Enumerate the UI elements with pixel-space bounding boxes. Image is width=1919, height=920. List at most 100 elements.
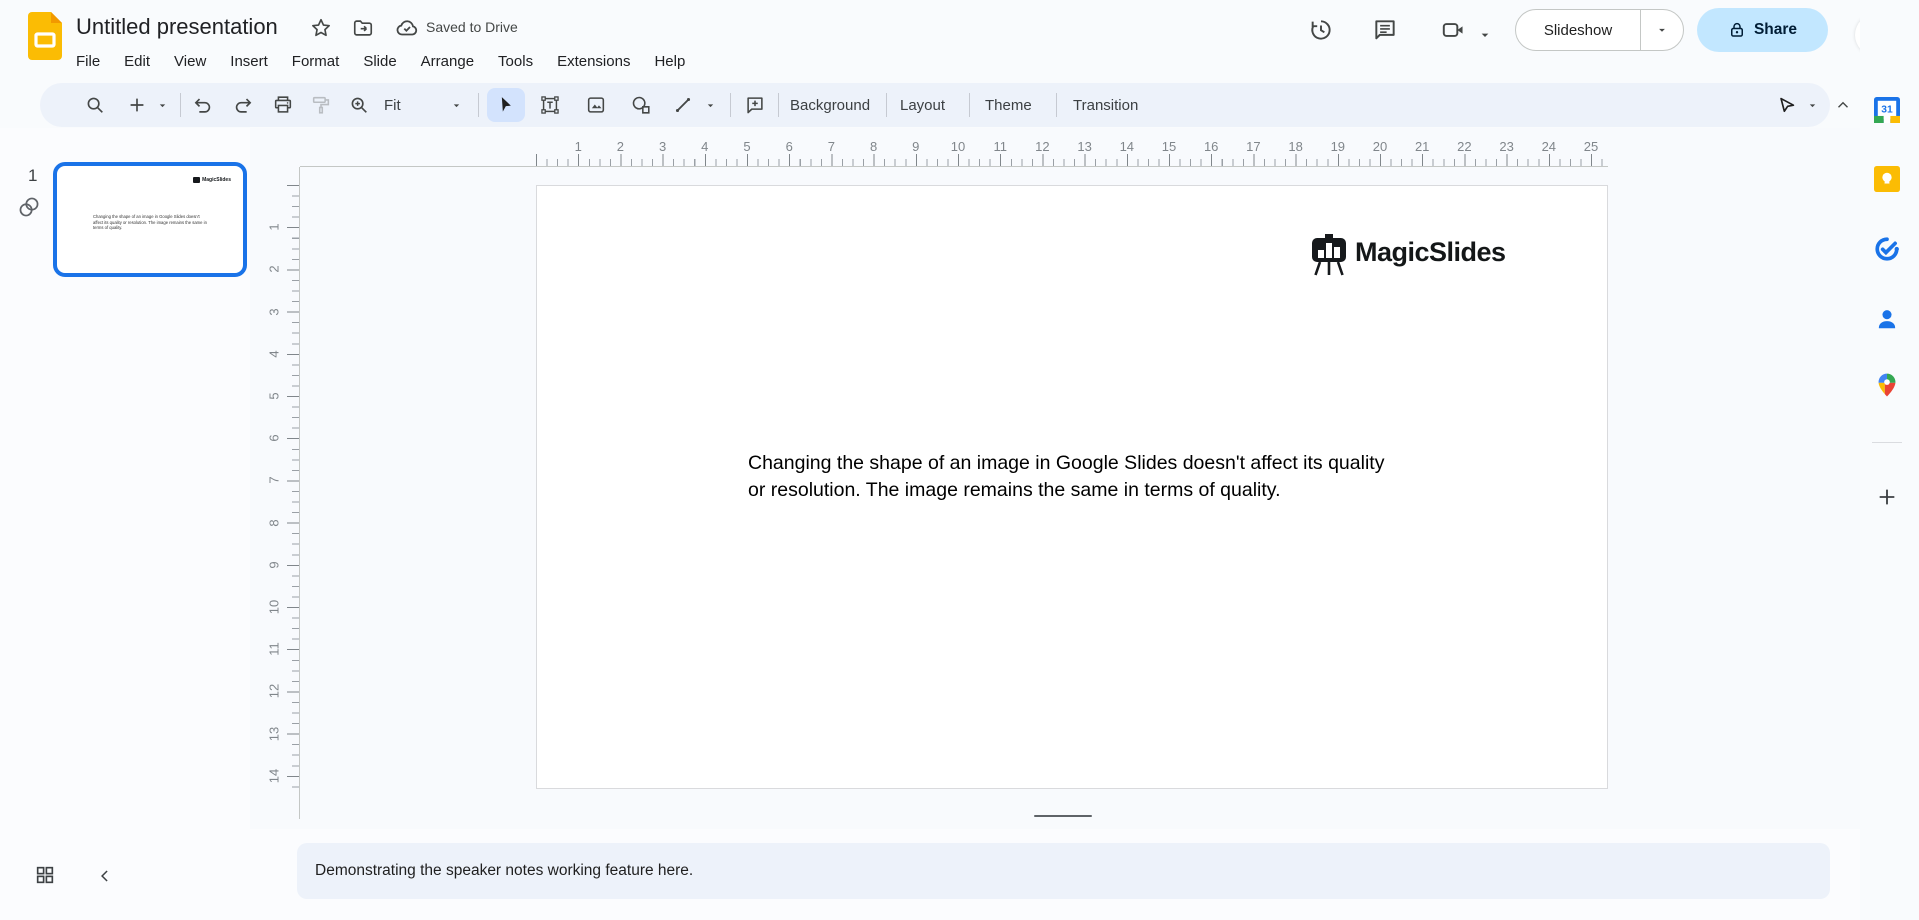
menu-edit[interactable]: Edit — [112, 49, 162, 74]
saved-status[interactable]: Saved to Drive — [426, 19, 518, 35]
speaker-notes-bar[interactable]: Demonstrating the speaker notes working … — [297, 843, 1830, 899]
search-menus-icon[interactable] — [82, 92, 108, 118]
transition-indicator-icon[interactable] — [16, 194, 42, 220]
add-addon-plus-icon[interactable] — [1874, 484, 1900, 510]
menu-extensions[interactable]: Extensions — [545, 49, 642, 74]
menu-help[interactable]: Help — [642, 49, 697, 74]
toolbar-separator — [730, 93, 731, 117]
toolbar-separator — [180, 93, 181, 117]
undo-icon[interactable] — [190, 92, 216, 118]
h-ruler-label: 14 — [1119, 139, 1135, 154]
vertical-ruler-line — [299, 167, 300, 819]
google-keep-icon[interactable] — [1874, 166, 1900, 192]
google-maps-icon[interactable] — [1874, 372, 1900, 398]
vertical-ruler-ticks — [287, 185, 299, 793]
h-ruler-label: 15 — [1161, 139, 1177, 154]
zoom-mode-caret-icon[interactable] — [448, 97, 464, 113]
document-title[interactable]: Untitled presentation — [76, 14, 278, 40]
h-ruler-label: 7 — [827, 139, 836, 154]
h-ruler-label: 16 — [1203, 139, 1219, 154]
layout-button[interactable]: Layout — [900, 83, 945, 127]
slide-canvas[interactable]: MagicSlides Changing the shape of an ima… — [536, 185, 1608, 789]
zoom-in-icon[interactable] — [346, 92, 372, 118]
cloud-saved-icon[interactable] — [394, 15, 420, 41]
h-ruler-label: 10 — [950, 139, 966, 154]
text-box-tool-icon[interactable] — [537, 92, 563, 118]
google-calendar-icon[interactable]: 31 — [1874, 97, 1900, 123]
menu-bar: File Edit View Insert Format Slide Arran… — [64, 46, 697, 76]
h-ruler-label: 17 — [1246, 139, 1261, 154]
version-history-icon[interactable] — [1308, 17, 1334, 43]
horizontal-ruler-ticks — [536, 154, 1609, 166]
v-ruler-label: 14 — [266, 768, 282, 784]
print-icon[interactable] — [270, 92, 296, 118]
svg-text:31: 31 — [1881, 105, 1893, 116]
horizontal-ruler-line — [300, 166, 1608, 167]
insert-image-icon[interactable] — [583, 92, 609, 118]
redo-icon[interactable] — [230, 92, 256, 118]
menu-insert[interactable]: Insert — [218, 49, 280, 74]
join-call-camera-icon[interactable] — [1440, 17, 1466, 43]
menu-arrange[interactable]: Arrange — [409, 49, 486, 74]
v-ruler-label: 6 — [266, 434, 282, 442]
share-button[interactable]: Share — [1697, 8, 1828, 52]
notes-resize-handle[interactable] — [1034, 815, 1092, 817]
v-ruler-label: 7 — [266, 476, 282, 485]
lock-icon — [1728, 21, 1746, 39]
speaker-notes-text[interactable]: Demonstrating the speaker notes working … — [315, 862, 693, 880]
menu-slide[interactable]: Slide — [351, 49, 408, 74]
h-ruler-label: 20 — [1372, 139, 1388, 154]
easel-chart-icon — [1312, 234, 1346, 276]
h-ruler-label: 9 — [912, 139, 920, 154]
share-label: Share — [1753, 21, 1798, 38]
h-ruler-label: 18 — [1288, 139, 1303, 154]
menu-file[interactable]: File — [64, 49, 112, 74]
star-icon[interactable] — [308, 15, 334, 41]
pointer-tools-caret-icon[interactable] — [1804, 97, 1820, 113]
background-button[interactable]: Background — [790, 83, 870, 127]
main-toolbar: Fit Background Layout Theme Transition — [40, 83, 1848, 127]
menu-view[interactable]: View — [162, 49, 218, 74]
line-tool-caret-icon[interactable] — [702, 97, 718, 113]
grid-view-icon[interactable] — [32, 862, 58, 888]
h-ruler-label: 25 — [1583, 139, 1599, 154]
thumbnail-logo: MagicSlides — [193, 177, 231, 183]
menu-tools[interactable]: Tools — [486, 49, 545, 74]
insert-line-icon[interactable] — [670, 92, 696, 118]
slide-text-line: Changing the shape of an image in Google… — [748, 452, 1385, 474]
h-ruler-label: 21 — [1414, 139, 1430, 154]
move-folder-icon[interactable] — [350, 15, 376, 41]
transition-button[interactable]: Transition — [1073, 83, 1138, 127]
caret-down-icon — [1659, 28, 1665, 32]
magicslides-logo[interactable]: MagicSlides — [1311, 234, 1506, 276]
v-ruler-label: 9 — [266, 561, 282, 569]
slide-thumbnail[interactable]: MagicSlides Changing the shape of an ima… — [53, 162, 247, 277]
comment-history-icon[interactable] — [1372, 17, 1398, 43]
google-contacts-icon[interactable] — [1874, 306, 1900, 332]
pointer-tools-icon[interactable] — [1774, 92, 1800, 118]
side-panel-strip — [1860, 0, 1919, 920]
google-slides-logo-icon[interactable] — [28, 12, 62, 65]
slideshow-button[interactable]: Slideshow — [1516, 10, 1640, 50]
app-header: Untitled presentation Saved to Drive Fil… — [0, 0, 1919, 80]
zoom-mode-select[interactable]: Fit — [384, 83, 401, 127]
h-ruler-label: 5 — [743, 139, 751, 154]
google-tasks-icon[interactable] — [1874, 236, 1900, 262]
hide-menus-chevron-icon[interactable] — [1830, 92, 1856, 118]
insert-shape-icon[interactable] — [628, 92, 654, 118]
new-slide-plus-icon[interactable] — [124, 92, 150, 118]
select-tool-button[interactable] — [487, 88, 525, 122]
camera-dropdown-caret-icon[interactable] — [1472, 22, 1498, 48]
insert-comment-icon[interactable] — [742, 92, 768, 118]
slideshow-split-button: Slideshow — [1515, 9, 1684, 51]
slide-body-text[interactable]: Changing the shape of an image in Google… — [748, 450, 1468, 503]
new-slide-caret-icon[interactable] — [154, 97, 170, 113]
theme-button[interactable]: Theme — [985, 83, 1032, 127]
h-ruler-label: 13 — [1077, 139, 1092, 154]
slide-thumbnail-number: 1 — [28, 166, 38, 185]
slideshow-label: Slideshow — [1543, 21, 1613, 39]
collapse-filmstrip-chevron-icon[interactable] — [92, 863, 118, 889]
toolbar-separator — [778, 93, 779, 117]
menu-format[interactable]: Format — [280, 49, 352, 74]
slideshow-options-caret[interactable] — [1640, 10, 1683, 50]
